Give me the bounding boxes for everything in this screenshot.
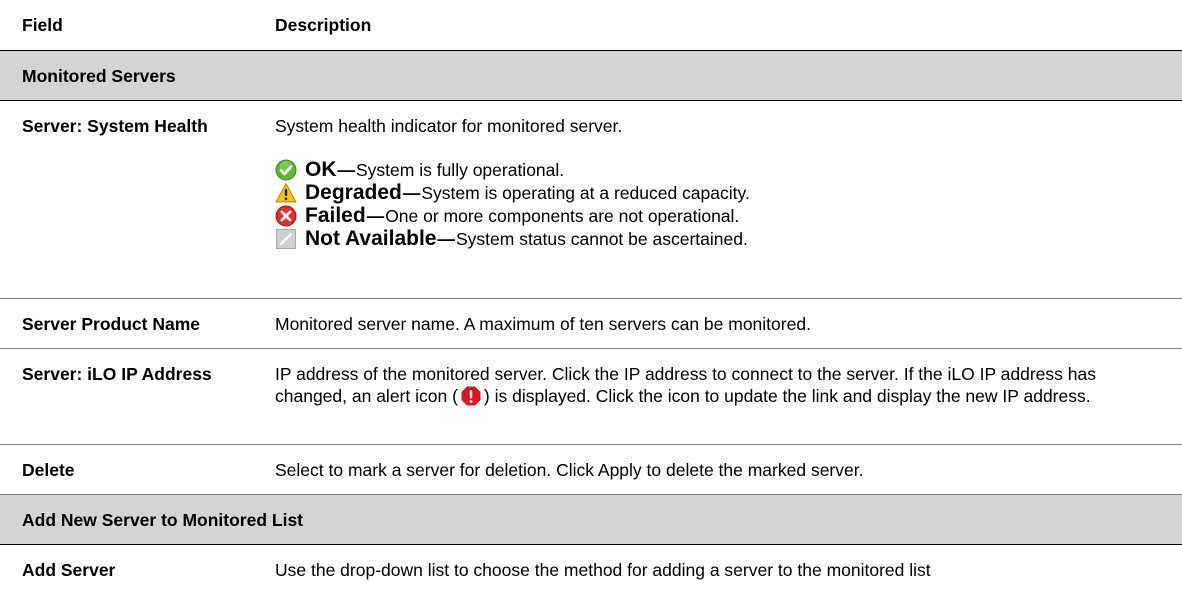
table-row-server-product-name: Server Product Name Monitored server nam… [0,298,1182,349]
section-title: Monitored Servers [0,50,1182,101]
field-column-header: Field [0,0,265,51]
em-dash: — [337,160,356,180]
table-row-ilo-ip-address: Server: iLO IP Address IP address of the… [0,348,1182,445]
state-name: OK [305,158,337,181]
em-dash: — [402,183,421,203]
state-description: One or more components are not operation… [385,206,740,226]
health-state-not-available: Not Available — System status cannot be … [275,228,1164,251]
field-description: Use the drop-down list to choose the met… [275,559,931,580]
field-name: Server: iLO IP Address [0,348,265,445]
field-description-table: Field Description Monitored Servers Serv… [0,0,1182,594]
field-name: Delete [0,444,265,495]
field-name: Server Product Name [0,298,265,349]
section-row-monitored-servers: Monitored Servers [0,50,1182,101]
field-name: Add Server [22,559,116,580]
alert-icon [461,386,481,405]
field-description: Select to mark a server for deletion. Cl… [265,444,1182,495]
state-name: Degraded [305,181,402,204]
table-row-system-health: Server: System Health System health indi… [0,100,1182,299]
table-row-delete: Delete Select to mark a server for delet… [0,444,1182,495]
table-row-add-server: Add Server Use the drop-down list to cho… [0,544,1182,594]
state-name: Not Available [305,227,437,250]
em-dash: — [437,229,455,249]
health-state-ok: OK — System is fully operational. [275,159,1164,182]
field-description: Monitored server name. A maximum of ten … [265,298,1182,349]
state-description: System status cannot be ascertained. [455,229,748,249]
state-description: System is fully operational. [356,160,565,180]
failed-x-icon [275,205,297,227]
em-dash: — [366,206,385,226]
state-description: System is operating at a reduced capacit… [421,183,750,203]
description-text: System health indicator for monitored se… [275,115,623,136]
section-title: Add New Server to Monitored List [0,494,1182,545]
warning-triangle-icon [275,183,297,203]
field-name: Server: System Health [0,100,265,299]
description-column-header: Description [265,0,1182,51]
health-state-degraded: Degraded — System is operating at a redu… [275,182,1164,205]
description-text: ) is displayed. Click the icon to update… [483,385,1091,406]
table-header-row: Field Description [0,0,1182,51]
health-state-failed: Failed — One or more components are not … [275,205,1164,228]
state-name: Failed [305,204,366,227]
not-available-icon [276,229,296,249]
health-state-list: OK — System is fully operational. Degrad… [275,159,1164,251]
field-description: IP address of the monitored server. Clic… [265,348,1182,445]
field-description: System health indicator for monitored se… [265,100,1182,299]
ok-check-icon [275,159,297,181]
section-row-add-new-server: Add New Server to Monitored List [0,494,1182,545]
